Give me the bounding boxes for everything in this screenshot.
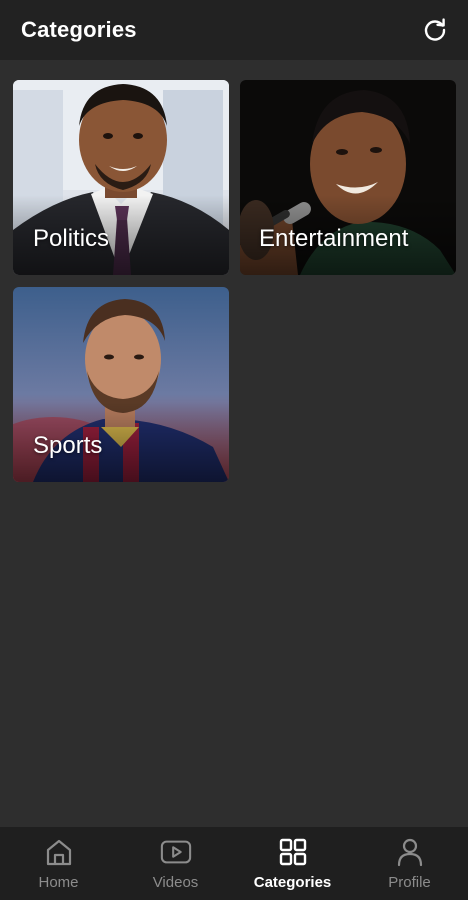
category-grid: Politics Entertainment Sports [13,80,456,482]
category-label-politics: Politics [33,225,110,252]
nav-profile[interactable]: Profile [355,827,465,900]
nav-videos-label: Videos [152,874,199,891]
grid-icon [277,836,309,868]
category-label-sports: Sports [33,432,103,459]
bottom-nav: Home Videos Categories Profile [0,827,468,900]
category-label-entertainment: Entertainment [259,225,409,252]
app-root: Categories Politics Entertainment Sports… [0,0,468,900]
nav-categories-label: Categories [253,874,332,891]
refresh-button[interactable] [420,15,450,45]
category-card-sports[interactable]: Sports [13,287,229,482]
refresh-icon [424,18,446,41]
page-title: Categories [21,17,137,42]
app-header: Categories [0,0,468,60]
video-icon [160,836,192,868]
nav-home-label: Home [38,874,79,891]
nav-profile-label: Profile [388,874,431,891]
nav-videos[interactable]: Videos [121,827,231,900]
nav-home[interactable]: Home [4,827,114,900]
home-icon [43,836,75,868]
person-icon [394,836,426,868]
category-card-politics[interactable]: Politics [13,80,229,275]
category-card-entertainment[interactable]: Entertainment [240,80,456,275]
nav-categories[interactable]: Categories [238,827,348,900]
